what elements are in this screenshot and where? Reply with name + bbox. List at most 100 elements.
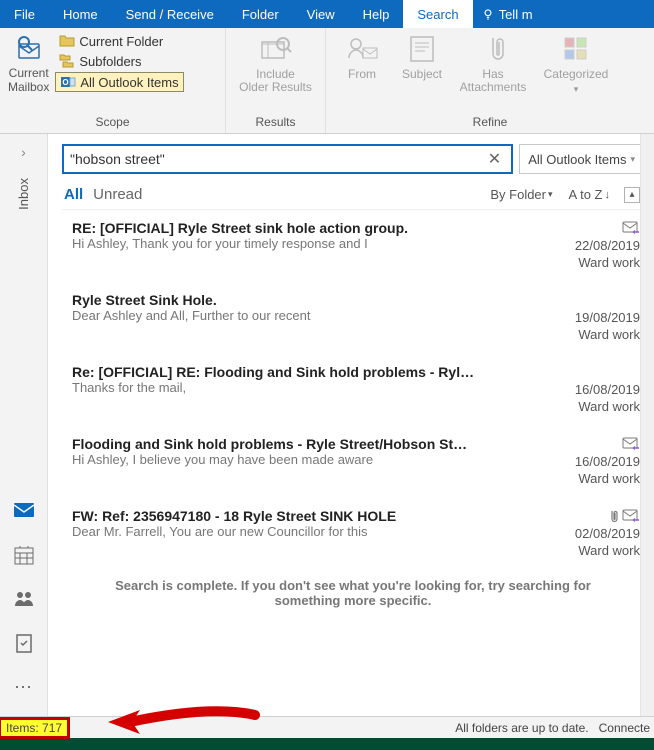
attachment-icon: [606, 509, 618, 523]
bottom-bar: [0, 738, 654, 750]
message-row[interactable]: RE: [OFFICIAL] Ryle Street sink hole act…: [62, 210, 644, 282]
message-subject: Flooding and Sink hold problems - Ryle S…: [72, 436, 532, 452]
sort-arrow-icon: ↓: [605, 189, 611, 201]
message-preview: Thanks for the mail,: [72, 380, 532, 395]
message-date: 22/08/2019: [575, 238, 640, 253]
replied-icon: [622, 437, 640, 451]
sort-a-to-z[interactable]: A to Z↓: [561, 187, 618, 202]
scope-all-outlook-label: All Outlook Items: [80, 75, 178, 90]
message-subject: Re: [OFFICIAL] RE: Flooding and Sink hol…: [72, 364, 532, 380]
message-date: 19/08/2019: [575, 310, 640, 325]
main-area: › Inbox ⋯ ✕ All Ou: [0, 134, 654, 716]
connection-status: Connecte: [595, 721, 654, 735]
current-mailbox-label: Current Mailbox: [8, 66, 49, 94]
scope-all-outlook[interactable]: O All Outlook Items: [55, 72, 183, 92]
sort-by-folder[interactable]: By Folder▾: [482, 187, 560, 202]
nav-inbox-label[interactable]: Inbox: [16, 178, 31, 210]
message-folder: Ward work: [578, 543, 640, 558]
message-row[interactable]: Flooding and Sink hold problems - Ryle S…: [62, 426, 644, 498]
search-input-container: ✕: [62, 144, 513, 174]
message-list: RE: [OFFICIAL] Ryle Street sink hole act…: [62, 210, 644, 716]
ribbon-label-results: Results: [234, 113, 317, 133]
message-date: 16/08/2019: [575, 382, 640, 397]
nav-strip: › Inbox ⋯: [0, 134, 48, 716]
menu-view[interactable]: View: [293, 0, 349, 28]
chevron-down-icon: ▾: [548, 189, 553, 200]
message-folder: Ward work: [578, 399, 640, 414]
expand-nav-icon[interactable]: ›: [21, 144, 26, 160]
message-folder: Ward work: [578, 327, 640, 342]
current-mailbox-button[interactable]: Current Mailbox: [8, 32, 55, 94]
message-preview: Hi Ashley, I believe you may have been m…: [72, 452, 532, 467]
message-subject: RE: [OFFICIAL] Ryle Street sink hole act…: [72, 220, 532, 236]
bulb-icon: [481, 7, 495, 21]
search-scope-dropdown[interactable]: All Outlook Items ▾: [519, 144, 644, 174]
filter-unread[interactable]: Unread: [93, 186, 152, 203]
subject-button[interactable]: Subject: [394, 32, 450, 81]
items-label: Items:: [6, 721, 39, 735]
tell-me[interactable]: Tell m: [473, 0, 541, 28]
subject-icon: [407, 34, 437, 64]
folder-icon: [59, 33, 75, 49]
calendar-nav-icon[interactable]: [13, 544, 35, 566]
outlook-icon: O: [60, 74, 76, 90]
chevron-down-icon: ▾: [630, 154, 635, 165]
scope-current-folder-label: Current Folder: [79, 34, 163, 49]
message-row[interactable]: Ryle Street Sink Hole. Dear Ashley and A…: [62, 282, 644, 354]
menu-folder[interactable]: Folder: [228, 0, 293, 28]
message-preview: Dear Mr. Farrell, You are our new Counci…: [72, 524, 532, 539]
message-subject: Ryle Street Sink Hole.: [72, 292, 532, 308]
list-pane: ✕ All Outlook Items ▾ All Unread By Fold…: [48, 134, 654, 716]
replied-icon: [622, 221, 640, 235]
categorized-button[interactable]: Categorized ▾: [536, 32, 616, 96]
message-date: 02/08/2019: [575, 526, 640, 541]
mailbox-search-icon: [12, 32, 46, 66]
scrollbar[interactable]: [640, 134, 654, 716]
subject-label: Subject: [402, 68, 442, 81]
scope-subfolders-label: Subfolders: [79, 54, 141, 69]
message-icons: [622, 436, 640, 452]
message-date: 16/08/2019: [575, 454, 640, 469]
categorized-label: Categorized: [544, 68, 609, 81]
has-attachments-button[interactable]: Has Attachments: [454, 32, 532, 94]
search-input[interactable]: [70, 151, 484, 167]
scope-current-folder[interactable]: Current Folder: [55, 32, 183, 50]
menu-home[interactable]: Home: [49, 0, 112, 28]
filter-row: All Unread By Folder▾ A to Z↓ ▴: [62, 184, 644, 210]
message-folder: Ward work: [578, 255, 640, 270]
ribbon-label-scope: Scope: [8, 113, 217, 133]
ribbon-group-scope: Current Mailbox Current Folder Subfolder…: [0, 28, 226, 133]
status-bar: Items: 717 All folders are up to date. C…: [0, 716, 654, 738]
message-preview: Dear Ashley and All, Further to our rece…: [72, 308, 532, 323]
people-nav-icon[interactable]: [13, 588, 35, 610]
tell-me-label: Tell m: [499, 7, 533, 22]
ribbon-group-results: Include Older Results Results: [226, 28, 326, 133]
menu-sendrec[interactable]: Send / Receive: [112, 0, 228, 28]
scope-subfolders[interactable]: Subfolders: [55, 52, 183, 70]
from-button[interactable]: From: [334, 32, 390, 81]
message-icons: [606, 508, 640, 524]
include-older-icon: [259, 34, 293, 64]
message-row[interactable]: Re: [OFFICIAL] RE: Flooding and Sink hol…: [62, 354, 644, 426]
filter-all[interactable]: All: [64, 186, 93, 203]
mail-nav-icon[interactable]: [13, 500, 35, 522]
clear-search-icon[interactable]: ✕: [484, 149, 505, 169]
has-attachments-label: Has Attachments: [460, 68, 527, 94]
scroll-up-button[interactable]: ▴: [624, 187, 640, 203]
menu-help[interactable]: Help: [349, 0, 404, 28]
items-count: 717: [42, 721, 62, 735]
ribbon-group-refine: From Subject Has Attachments Categorized…: [326, 28, 654, 133]
from-label: From: [348, 68, 376, 81]
message-row[interactable]: FW: Ref: 2356947180 - 18 Ryle Street SIN…: [62, 498, 644, 570]
include-older-button[interactable]: Include Older Results: [240, 32, 312, 94]
message-icons: [622, 220, 640, 236]
more-nav-icon[interactable]: ⋯: [13, 676, 35, 698]
search-scope-label: All Outlook Items: [528, 152, 626, 167]
menu-search[interactable]: Search: [403, 0, 472, 28]
menu-file[interactable]: File: [0, 0, 49, 28]
svg-text:O: O: [63, 78, 69, 87]
menu-bar: File Home Send / Receive Folder View Hel…: [0, 0, 654, 28]
categorized-icon: [561, 34, 591, 64]
tasks-nav-icon[interactable]: [13, 632, 35, 654]
chevron-down-icon: ▾: [574, 83, 579, 96]
